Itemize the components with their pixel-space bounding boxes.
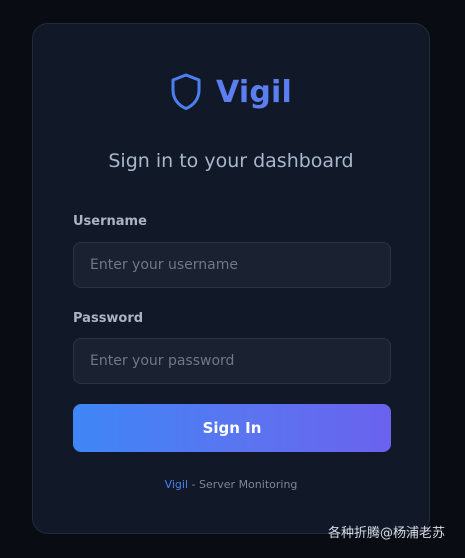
footer-tagline: Server Monitoring (199, 478, 298, 491)
footer-separator: - (188, 478, 199, 491)
password-input[interactable] (73, 338, 391, 384)
shield-icon (170, 73, 202, 111)
footer: Vigil - Server Monitoring (33, 478, 429, 491)
brand-name: Vigil (215, 74, 292, 110)
password-label: Password (73, 311, 144, 326)
login-card: Vigil Sign in to your dashboard Username… (32, 23, 430, 534)
username-label: Username (73, 214, 147, 229)
watermark: 各种折腾@杨浦老苏 (327, 526, 445, 541)
brand-header: Vigil (33, 72, 429, 112)
username-input[interactable] (73, 242, 391, 288)
sign-in-button[interactable]: Sign In (73, 404, 391, 452)
footer-link-vigil[interactable]: Vigil (165, 478, 188, 491)
page-subtitle: Sign in to your dashboard (108, 150, 354, 172)
